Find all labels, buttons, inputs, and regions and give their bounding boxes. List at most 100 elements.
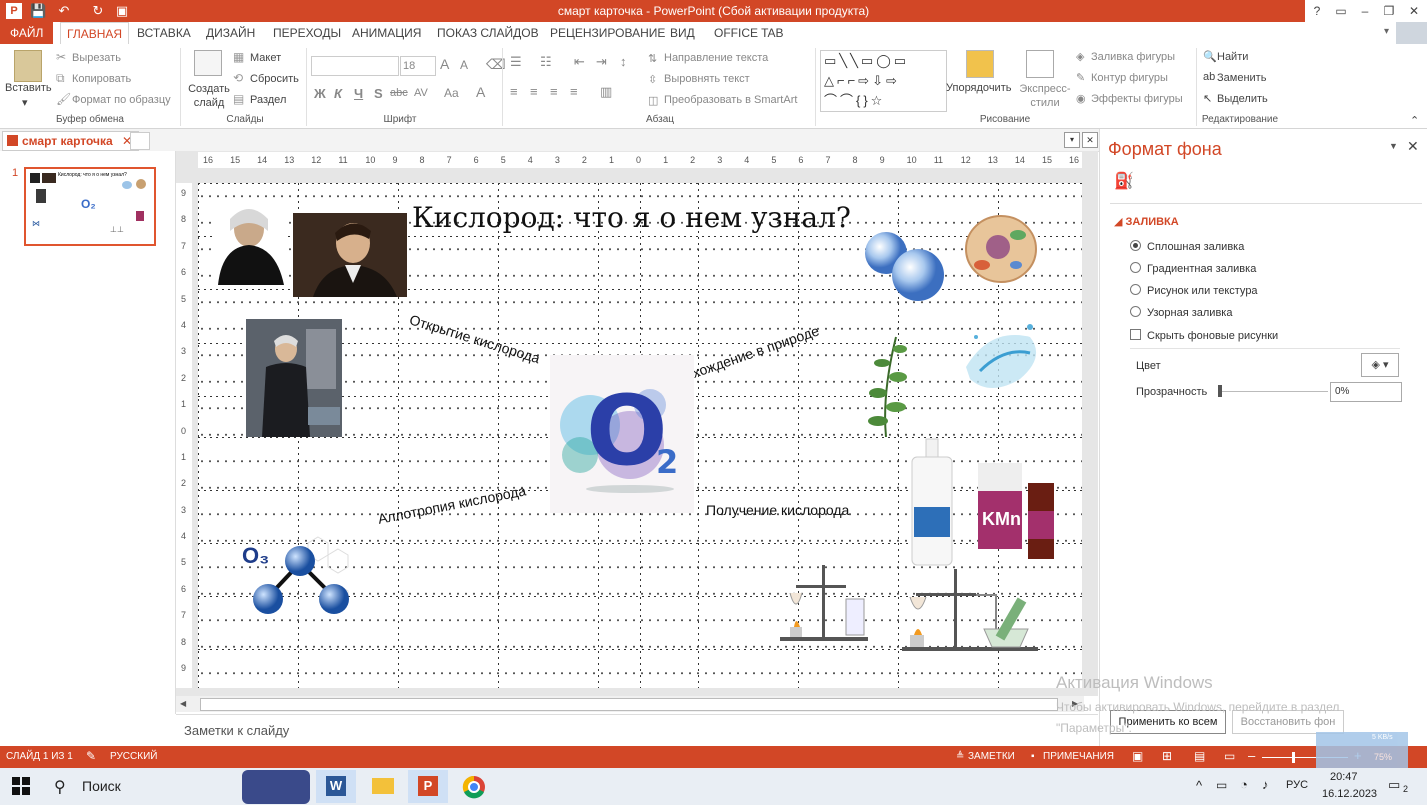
account-avatar[interactable] — [1396, 22, 1427, 44]
color-picker-button[interactable]: ◈ ▾ — [1361, 353, 1399, 377]
shapes-gallery[interactable]: ▭╲╲▭◯▭ △⌐⌐⇨⇩⇨ ⌒⌒{}☆ — [820, 50, 947, 112]
transparency-input[interactable]: 0% — [1330, 382, 1402, 402]
bold-button[interactable]: Ж — [314, 86, 326, 101]
pane-close-icon[interactable]: ✕ — [1407, 138, 1419, 155]
tab-home[interactable]: ГЛАВНАЯ — [60, 22, 130, 45]
scroll-thumb[interactable] — [200, 698, 1058, 711]
bullets-icon[interactable]: ☰ — [510, 54, 522, 70]
restore-button[interactable]: ❐ — [1377, 0, 1401, 22]
taskbar-search[interactable]: Поиск — [82, 778, 121, 794]
strikethrough-button[interactable]: abc — [390, 87, 408, 99]
fill-section-header[interactable]: ◢ ЗАЛИВКА — [1114, 215, 1179, 228]
copy-button[interactable]: Копировать — [72, 73, 131, 85]
reset-button[interactable]: Сбросить — [250, 73, 299, 85]
zoom-out-icon[interactable]: – — [1248, 748, 1255, 763]
outdent-icon[interactable]: ⇥ — [596, 54, 607, 70]
language-indicator[interactable]: РУССКИЙ — [110, 751, 157, 762]
tab-insert[interactable]: ВСТАВКА — [137, 22, 191, 44]
peroxide-bottle-image[interactable] — [908, 437, 956, 567]
radio-picture[interactable] — [1130, 284, 1141, 295]
slide-thumbnail[interactable]: Кислород: что я о нем узнал? O₂ ⋈ ⊥⊥ — [24, 167, 156, 246]
tab-file[interactable]: ФАЙЛ — [0, 22, 54, 44]
change-case-button[interactable]: Aa — [444, 86, 459, 100]
close-document-icon[interactable]: ✕ — [1082, 132, 1098, 148]
arrange-button[interactable]: Упорядочить — [946, 82, 1011, 94]
volume-icon[interactable]: ♪ — [1262, 777, 1269, 792]
tab-design[interactable]: ДИЗАЙН — [206, 22, 255, 44]
quick-styles-icon[interactable] — [1026, 50, 1054, 78]
water-splash-image[interactable] — [960, 317, 1048, 401]
shrink-font-icon[interactable]: A — [460, 58, 468, 72]
font-name-input[interactable] — [311, 56, 399, 76]
clock-date[interactable]: 16.12.2023 — [1322, 788, 1377, 800]
minimize-button[interactable]: – — [1353, 0, 1377, 22]
ozone-molecule-image[interactable]: O₃ — [228, 531, 366, 623]
paste-icon[interactable] — [14, 50, 42, 82]
find-button[interactable]: Найти — [1217, 51, 1248, 63]
slideshow-view-icon[interactable]: ▭ — [1224, 749, 1235, 763]
smartart-button[interactable]: Преобразовать в SmartArt — [664, 94, 797, 106]
clock-time[interactable]: 20:47 — [1330, 771, 1358, 783]
layout-button[interactable]: Макет — [250, 52, 281, 64]
radio-solid[interactable] — [1130, 240, 1141, 251]
tab-slideshow[interactable]: ПОКАЗ СЛАЙДОВ — [437, 22, 539, 44]
reading-view-icon[interactable]: ▤ — [1194, 749, 1205, 763]
tab-list-dropdown-icon[interactable]: ▾ — [1064, 132, 1080, 148]
word-taskbar-button[interactable]: W — [316, 770, 356, 803]
indent-icon[interactable]: ⇤ — [574, 54, 585, 70]
normal-view-icon[interactable]: ▣ — [1132, 749, 1143, 763]
select-button[interactable]: Выделить — [1217, 93, 1268, 105]
horizontal-scrollbar[interactable]: ◀ ▶ — [176, 696, 1084, 712]
spellcheck-icon[interactable]: ✎ — [86, 749, 96, 763]
new-slide-icon[interactable] — [194, 50, 222, 76]
grow-font-icon[interactable]: A — [440, 56, 449, 72]
collapse-ribbon-icon[interactable]: ⌃ — [1410, 114, 1419, 127]
align-text-button[interactable]: Выровнять текст — [664, 73, 750, 85]
slide-sorter-icon[interactable]: ⊞ — [1162, 749, 1172, 763]
font-color-icon[interactable]: A — [476, 84, 485, 100]
plant-image[interactable] — [852, 333, 920, 438]
search-highlight-image[interactable] — [242, 770, 310, 804]
radio-pattern[interactable] — [1130, 306, 1141, 317]
lab-setup-image-2[interactable] — [900, 567, 1040, 653]
help-button[interactable]: ? — [1305, 0, 1329, 22]
hide-background-graphics[interactable]: Скрыть фоновые рисунки — [1130, 329, 1278, 342]
portrait-image-3[interactable] — [246, 319, 342, 437]
columns-icon[interactable]: ▥ — [600, 84, 612, 100]
replace-button[interactable]: Заменить — [1217, 72, 1266, 84]
close-button[interactable]: ✕ — [1401, 0, 1427, 22]
option-gradient-fill[interactable]: Градиентная заливка — [1130, 262, 1256, 275]
line-spacing-icon[interactable]: ↕ — [620, 54, 627, 69]
option-picture-fill[interactable]: Рисунок или текстура — [1130, 284, 1258, 297]
hide-bg-checkbox[interactable] — [1130, 329, 1141, 340]
chrome-taskbar-button[interactable] — [454, 770, 494, 803]
molecule-image[interactable] — [862, 231, 948, 303]
quick-styles-button[interactable]: Экспресс-стили — [1018, 82, 1072, 110]
notes-toggle[interactable]: ЗАМЕТКИ — [968, 751, 1015, 762]
align-right-icon[interactable]: ≡ — [550, 84, 558, 99]
powerpoint-taskbar-button[interactable]: P — [408, 770, 448, 803]
comments-toggle[interactable]: ПРИМЕЧАНИЯ — [1043, 751, 1114, 762]
explorer-taskbar-button[interactable] — [362, 770, 402, 803]
italic-button[interactable]: К — [334, 86, 342, 101]
char-spacing-button[interactable]: AV — [414, 87, 428, 99]
tab-office-tab[interactable]: OFFICE TAB — [714, 22, 784, 44]
cell-image[interactable] — [964, 213, 1038, 285]
section-button[interactable]: Раздел — [250, 94, 286, 106]
justify-icon[interactable]: ≡ — [570, 84, 578, 99]
scroll-left-icon[interactable]: ◀ — [180, 699, 186, 708]
shadow-button[interactable]: S — [374, 86, 383, 101]
transparency-slider[interactable] — [1218, 391, 1328, 392]
slide-canvas[interactable]: Кислород: что я о нем узнал? Открытие ки… — [198, 183, 1082, 688]
text-direction-button[interactable]: Направление текста — [664, 52, 768, 64]
paste-dropdown-icon[interactable]: ▾ — [22, 96, 28, 109]
o2-central-image[interactable]: O 2 — [550, 355, 694, 513]
search-icon[interactable]: ⚲ — [54, 777, 66, 797]
ribbon-options-icon[interactable]: ▾ — [1384, 26, 1389, 37]
tab-animation[interactable]: АНИМАЦИЯ — [352, 22, 421, 44]
fill-bucket-icon[interactable]: ⛽ — [1114, 171, 1134, 191]
pane-options-icon[interactable]: ▼ — [1389, 141, 1398, 151]
permanganate-image[interactable]: KMn — [976, 461, 1058, 561]
new-tab-button[interactable] — [130, 132, 150, 150]
paste-button[interactable]: Вставить — [5, 82, 52, 94]
